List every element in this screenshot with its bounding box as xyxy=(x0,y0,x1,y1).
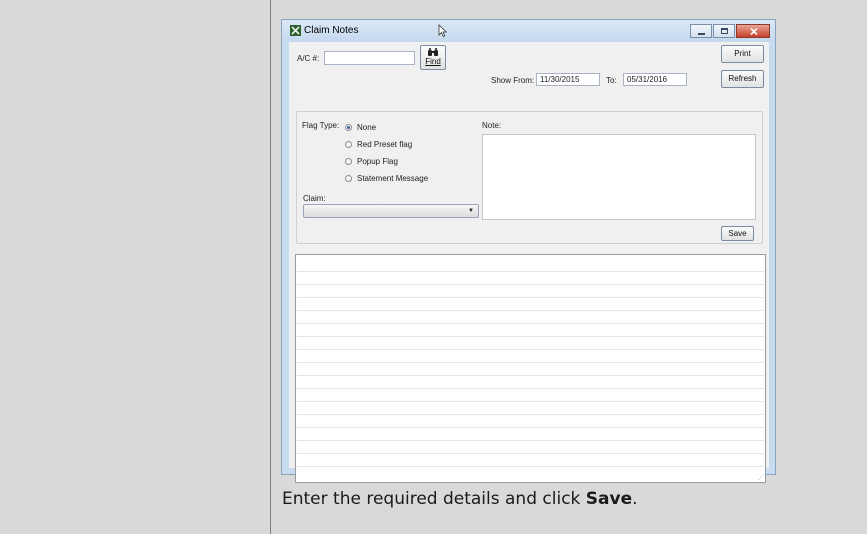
grid-row-line xyxy=(297,440,764,441)
grid-row-line xyxy=(297,284,764,285)
to-date-input[interactable] xyxy=(623,73,687,86)
flag-type-label: Flag Type: xyxy=(302,121,340,130)
grid-row-line xyxy=(297,427,764,428)
save-button[interactable]: Save xyxy=(721,226,754,241)
flag-statement-radio[interactable] xyxy=(345,175,352,182)
show-from-label: Show From: xyxy=(491,76,535,85)
app-icon xyxy=(290,25,301,36)
grid-row-line xyxy=(297,271,764,272)
maximize-icon xyxy=(721,28,728,34)
flag-popup-label: Popup Flag xyxy=(357,157,398,166)
close-icon xyxy=(750,28,758,35)
print-button[interactable]: Print xyxy=(721,45,764,63)
grid-row-line xyxy=(297,375,764,376)
grid-row-line xyxy=(297,453,764,454)
find-button[interactable]: Find xyxy=(420,45,446,70)
grid-row-line xyxy=(297,336,764,337)
flag-none-radio[interactable] xyxy=(345,124,352,131)
mouse-cursor-icon xyxy=(438,24,447,38)
binoculars-icon xyxy=(428,48,438,56)
show-from-input[interactable] xyxy=(536,73,600,86)
ac-number-input[interactable] xyxy=(324,51,415,65)
caption-end: . xyxy=(632,489,638,509)
grid-row-line xyxy=(297,388,764,389)
grid-row-line xyxy=(297,323,764,324)
window-client-area: A/C #: Find Print Refresh Show From: To:… xyxy=(289,42,769,483)
resize-grip-icon[interactable]: ⋰ xyxy=(758,474,764,481)
title-bar[interactable]: Claim Notes xyxy=(282,20,775,42)
grid-row-line xyxy=(297,362,764,363)
minimize-icon xyxy=(698,33,705,35)
flag-red-preset-label: Red Preset flag xyxy=(357,140,413,149)
caption-bold-save: Save xyxy=(585,489,633,509)
window-title: Claim Notes xyxy=(304,25,359,36)
flag-popup-radio[interactable] xyxy=(345,158,352,165)
refresh-button[interactable]: Refresh xyxy=(721,70,764,88)
caption-text: Enter the required details and click xyxy=(282,489,586,509)
claim-notes-window: Claim Notes A/C #: Find Print Refresh Sh… xyxy=(281,19,776,483)
claim-value xyxy=(304,211,307,220)
note-textarea[interactable] xyxy=(482,134,756,220)
minimize-button[interactable] xyxy=(690,24,712,38)
find-label: Find xyxy=(425,57,441,66)
to-label: To: xyxy=(606,76,617,85)
close-button[interactable] xyxy=(736,24,770,38)
table-left-cell xyxy=(0,0,271,534)
flag-statement-label: Statement Message xyxy=(357,174,429,183)
grid-row-line xyxy=(297,310,764,311)
grid-row-line xyxy=(297,414,764,415)
grid-row-line xyxy=(297,297,764,298)
grid-row-line xyxy=(297,349,764,350)
grid-row-line xyxy=(297,401,764,402)
maximize-button[interactable] xyxy=(713,24,735,38)
claim-label: Claim: xyxy=(303,194,326,203)
grid-row-line xyxy=(297,466,764,467)
notes-grid[interactable]: ⋰ xyxy=(295,254,766,483)
note-label: Note: xyxy=(482,121,502,130)
flag-red-preset-radio[interactable] xyxy=(345,141,352,148)
chevron-down-icon: ▼ xyxy=(468,208,474,214)
instruction-caption: Enter the required details and click Sav… xyxy=(282,489,638,509)
flag-none-label: None xyxy=(357,123,377,132)
claim-dropdown[interactable]: ▼ xyxy=(303,204,479,218)
ac-label: A/C #: xyxy=(297,54,320,63)
